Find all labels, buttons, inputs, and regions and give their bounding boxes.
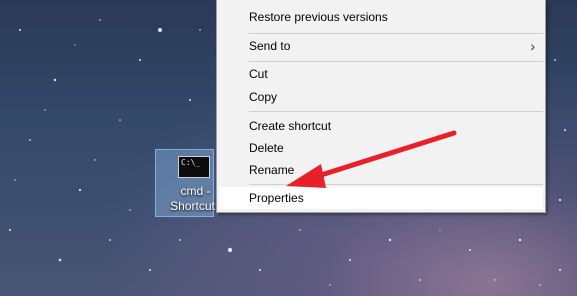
desktop-icon-label: cmd - Shortcut <box>156 184 215 214</box>
menu-item-send-to[interactable]: Send to › <box>219 35 543 57</box>
menu-label: Send to <box>249 39 291 53</box>
menu-item-copy[interactable]: Copy <box>219 86 543 108</box>
menu-label: Rename <box>249 163 295 177</box>
menu-item-delete[interactable]: Delete <box>219 137 543 159</box>
menu-item-rename[interactable]: Rename <box>219 159 543 181</box>
menu-label: Copy <box>249 90 278 104</box>
menu-separator <box>249 184 543 185</box>
chevron-right-icon: › <box>530 38 535 54</box>
icon-label-line2: Shortcut <box>170 199 215 213</box>
cmd-glyph-text: C:\_ <box>181 158 201 167</box>
menu-label: Restore previous versions <box>249 10 388 24</box>
menu-label: Properties <box>249 191 304 205</box>
menu-item-cut[interactable]: Cut <box>219 63 543 85</box>
menu-label: Delete <box>249 141 284 155</box>
icon-label-line1: cmd - <box>180 184 211 198</box>
command-prompt-icon: C:\_ <box>178 156 210 178</box>
menu-label: Cut <box>249 67 268 81</box>
menu-item-restore-previous-versions[interactable]: Restore previous versions <box>219 6 543 28</box>
menu-item-properties[interactable]: Properties <box>219 187 543 209</box>
menu-separator <box>249 111 543 112</box>
menu-separator <box>249 33 543 34</box>
context-menu: Restore previous versions Send to › Cut … <box>216 0 546 213</box>
menu-item-create-shortcut[interactable]: Create shortcut <box>219 115 543 137</box>
menu-label: Create shortcut <box>249 119 332 133</box>
menu-separator <box>249 61 543 62</box>
cmd-shortcut-desktop-icon[interactable]: C:\_ cmd - Shortcut <box>155 149 215 217</box>
